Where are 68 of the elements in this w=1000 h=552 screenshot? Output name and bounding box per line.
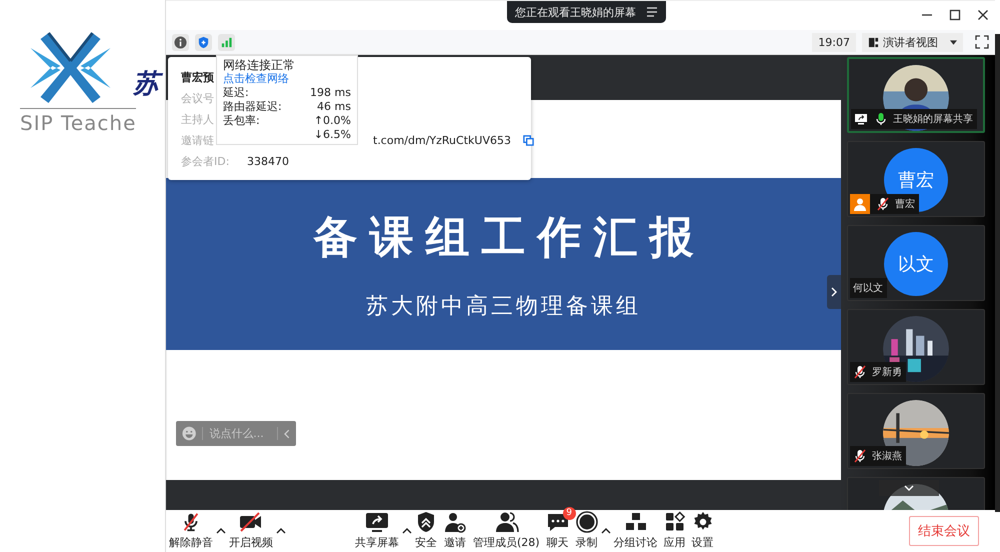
participant-name: 何以文 [852,282,883,296]
stat-label: 路由器延迟: [223,100,282,114]
end-meeting-button[interactable]: 结束会议 [909,516,979,546]
toolbar-button[interactable]: 解除静音 [166,511,216,550]
info-label: 邀请链 [181,133,215,148]
video-tile[interactable]: 张淑燕 [847,393,985,470]
copy-icon[interactable] [523,135,534,146]
participant-name: 曹宏 [894,198,915,212]
meeting-title: 曹宏预 [181,70,215,86]
apps-icon [664,511,686,533]
panel-toggle[interactable] [827,275,841,310]
video-tile[interactable]: 罗新勇 [847,309,985,386]
info-label: 主持人 [181,112,215,128]
avatar-initials: 以文 [884,232,948,296]
toolbar-button[interactable]: 应用 [660,511,689,550]
participant-id: 338470 [247,155,290,168]
video-tile[interactable]: 以文 何以文 [847,225,985,302]
toolbar-button[interactable]: 开启视频 [226,511,276,550]
participant-name: 王晓娟的屏幕共享 [892,112,973,126]
stat-label: 丢包率: [223,114,260,130]
toolbar-button[interactable]: 共享屏幕 [352,511,402,550]
video-tile[interactable]: 曹宏 曹宏 [847,141,985,218]
stat-value: 198 ms [310,86,351,100]
video-tile[interactable]: 王晓娟的屏幕共享 [847,57,985,134]
info-label: 会议号 [181,91,215,106]
people-icon [493,511,520,533]
video-off-icon [238,511,264,533]
participant-name: 张淑燕 [871,450,902,464]
stat-value: ↓6.5% [314,128,351,142]
caret-icon[interactable] [402,528,412,534]
chat-input[interactable]: 说点什么... [176,421,296,446]
participant-name: 罗新勇 [871,366,902,380]
shield-icon[interactable] [195,34,212,51]
breakout-icon [624,511,648,533]
scroll-down-button[interactable] [879,480,939,496]
info-icon[interactable] [172,34,189,51]
popover-title: 网络连接正常 [223,58,296,72]
slide-title: 备课组工作汇报 [314,210,706,265]
viewing-banner[interactable]: 您正在观看王晓娟的屏幕 [507,1,666,23]
toolbar-button[interactable]: 设置 [688,511,717,550]
record-icon [576,511,598,533]
fullscreen-icon[interactable] [975,35,989,50]
view-button[interactable]: 演讲者视图 [862,32,963,52]
caret-icon[interactable] [216,528,226,534]
maximize-icon[interactable] [949,9,961,21]
meeting-timer: 19:07 [812,32,856,52]
toolbar-button[interactable]: 管理成员(28) [470,511,543,550]
info-label: 参会者ID: [181,154,230,170]
chevron-right-icon [831,287,837,298]
check-network-link[interactable]: 点击检查网络 [223,72,289,86]
close-icon[interactable] [977,9,989,21]
stat-value: 46 ms [317,100,351,114]
stat-label: 延迟: [223,86,249,100]
caret-icon[interactable] [276,528,286,534]
logo-text: SIP Teache [20,108,136,135]
toolbar-button[interactable]: 安全 [412,511,440,550]
banner-text: 您正在观看王晓娟的屏幕 [515,4,636,20]
caret-icon [950,40,957,45]
toolbar-button[interactable]: 分组讨论 [610,511,661,550]
toolbar-button[interactable]: 邀请 [440,511,470,550]
slide-subtitle: 苏大附中高三物理备课组 [366,292,641,321]
layout-icon [868,36,879,48]
logo-text: 苏 [131,68,165,102]
stat-value: ↑0.0% [314,114,351,128]
emoji-icon[interactable] [182,426,196,442]
menu-icon[interactable] [646,7,658,17]
chevron-down-icon [904,485,914,492]
caret-icon[interactable] [600,528,611,534]
